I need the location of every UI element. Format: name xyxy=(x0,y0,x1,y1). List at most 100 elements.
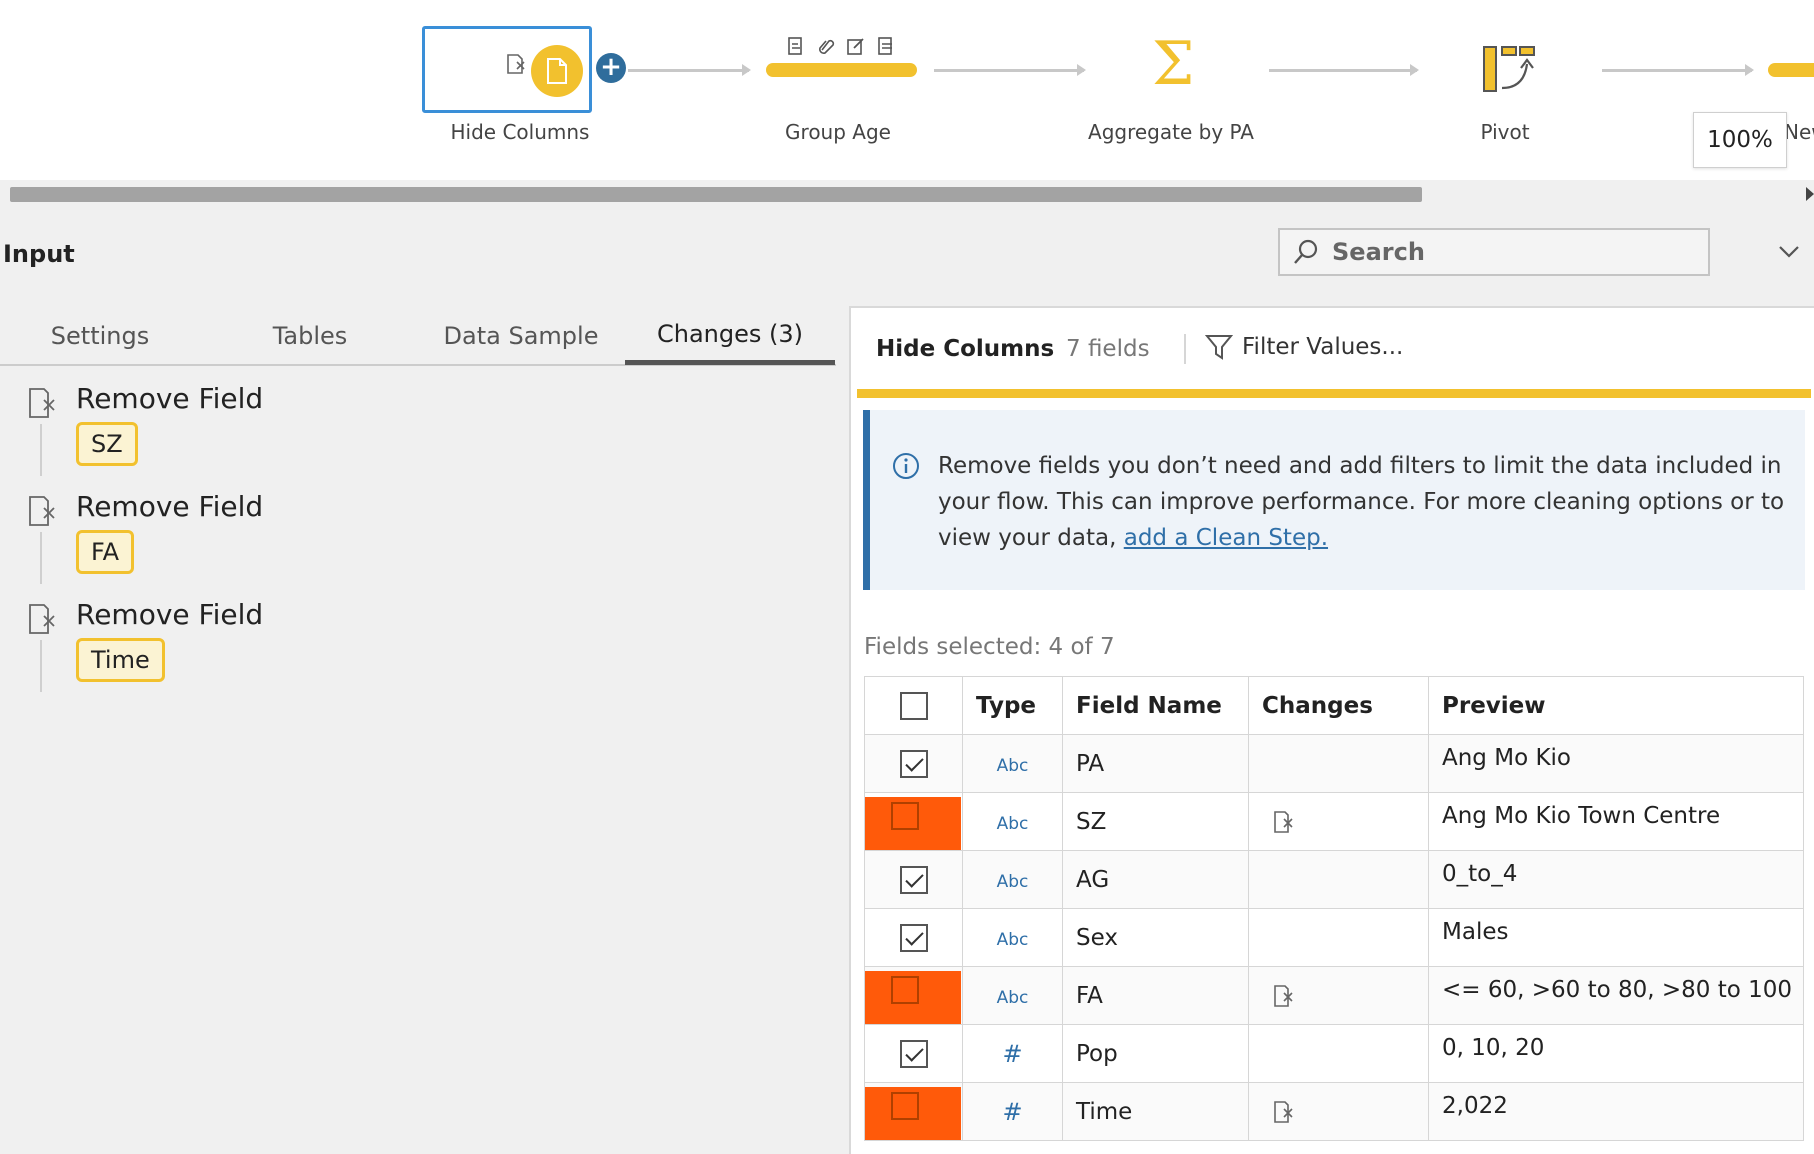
field-name-cell: Time xyxy=(1062,1082,1249,1141)
table-row[interactable]: Abc Sex Males xyxy=(864,908,1804,967)
column-header-type[interactable]: Type xyxy=(962,676,1063,735)
field-count: 7 fields xyxy=(1066,336,1150,362)
table-row[interactable]: Abc AG 0_to_4 xyxy=(864,850,1804,909)
change-item[interactable]: Remove Field SZ xyxy=(28,382,263,476)
table-row[interactable]: # Pop 0, 10, 20 xyxy=(864,1024,1804,1083)
field-chip[interactable]: SZ xyxy=(76,422,138,466)
row-checkbox[interactable] xyxy=(891,1092,919,1120)
type-cell: Abc xyxy=(962,792,1063,851)
add-step-button[interactable]: + xyxy=(596,53,626,83)
select-all-checkbox[interactable] xyxy=(899,691,928,720)
table-row[interactable]: # Time 2,022 xyxy=(864,1082,1804,1141)
changes-cell xyxy=(1248,792,1429,851)
scrollbar-thumb[interactable] xyxy=(10,187,1422,202)
flow-connector xyxy=(1269,64,1419,76)
change-item[interactable]: Remove Field Time xyxy=(28,598,263,692)
type-cell: # xyxy=(962,1024,1063,1083)
change-connector xyxy=(40,424,42,476)
tab-tables[interactable]: Tables xyxy=(273,322,348,350)
change-title: Remove Field xyxy=(76,490,264,523)
type-cell: Abc xyxy=(962,908,1063,967)
field-name-cell: Sex xyxy=(1062,908,1249,967)
node-label-group-age[interactable]: Group Age xyxy=(785,120,891,144)
doc-lines-icon xyxy=(878,37,892,55)
preview-cell: Males xyxy=(1428,908,1804,967)
row-checkbox-cell[interactable] xyxy=(864,908,963,967)
scroll-right-arrow-icon[interactable] xyxy=(1806,187,1814,201)
type-cell: Abc xyxy=(962,850,1063,909)
table-row[interactable]: Abc PA Ang Mo Kio xyxy=(864,734,1804,793)
changes-cell xyxy=(1248,850,1429,909)
changes-cell xyxy=(1248,1082,1429,1141)
row-checkbox-cell[interactable] xyxy=(864,966,963,1025)
zoom-level[interactable]: 100% xyxy=(1693,112,1787,168)
info-text: Remove fields you don’t need and add fil… xyxy=(938,448,1798,556)
search-icon xyxy=(1294,239,1318,264)
input-file-icon[interactable] xyxy=(531,45,583,97)
row-checkbox[interactable] xyxy=(899,923,928,952)
changes-cell xyxy=(1248,908,1429,967)
filter-values-button[interactable]: Filter Values... xyxy=(1204,332,1403,362)
remove-field-icon xyxy=(29,388,55,418)
node-label-hide-columns[interactable]: Hide Columns xyxy=(451,120,590,144)
tab-changes[interactable]: Changes (3) xyxy=(657,320,803,348)
group-age-node[interactable] xyxy=(766,63,917,77)
preview-cell: 0, 10, 20 xyxy=(1428,1024,1804,1083)
edit-icon xyxy=(847,38,864,55)
row-checkbox[interactable] xyxy=(899,749,928,778)
string-type-icon: Abc xyxy=(996,987,1029,1008)
select-all-cell[interactable] xyxy=(864,676,963,735)
field-chip[interactable]: FA xyxy=(76,530,135,574)
field-name-cell: SZ xyxy=(1062,792,1249,851)
column-header-changes[interactable]: Changes xyxy=(1248,676,1429,735)
chevron-down-icon[interactable] xyxy=(1776,238,1802,264)
pivot-icon[interactable] xyxy=(1482,44,1540,94)
remove-field-icon xyxy=(29,496,55,526)
row-checkbox-cell[interactable] xyxy=(864,850,963,909)
unchecked-highlight xyxy=(865,1087,961,1140)
node-label-pivot[interactable]: Pivot xyxy=(1480,120,1529,144)
change-item[interactable]: Remove Field FA xyxy=(28,490,263,584)
row-checkbox[interactable] xyxy=(899,865,928,894)
info-banner: Remove fields you don’t need and add fil… xyxy=(863,410,1805,590)
divider xyxy=(1184,334,1186,364)
remove-field-icon xyxy=(507,54,525,74)
row-checkbox[interactable] xyxy=(891,976,919,1004)
remove-field-icon xyxy=(1274,985,1293,1007)
node-label-next[interactable]: New xyxy=(1784,120,1814,144)
preview-cell: 2,022 xyxy=(1428,1082,1804,1141)
preview-cell: Ang Mo Kio Town Centre xyxy=(1428,792,1804,851)
row-checkbox-cell[interactable] xyxy=(864,1082,963,1141)
preview-cell: 0_to_4 xyxy=(1428,850,1804,909)
info-message: Remove fields you don’t need and add fil… xyxy=(938,453,1785,551)
table-row[interactable]: Abc SZ Ang Mo Kio Town Centre xyxy=(864,792,1804,851)
column-header-field-name[interactable]: Field Name xyxy=(1062,676,1249,735)
node-label-aggregate[interactable]: Aggregate by PA xyxy=(1088,120,1254,144)
type-cell: Abc xyxy=(962,966,1063,1025)
string-type-icon: Abc xyxy=(996,813,1029,834)
row-checkbox-cell[interactable] xyxy=(864,734,963,793)
change-title: Remove Field xyxy=(76,598,264,631)
tab-data-sample[interactable]: Data Sample xyxy=(444,322,599,350)
table-row[interactable]: Abc FA <= 60, >60 to 80, >80 to 100 xyxy=(864,966,1804,1025)
next-node[interactable] xyxy=(1768,63,1814,77)
row-checkbox[interactable] xyxy=(899,1039,928,1068)
field-chip[interactable]: Time xyxy=(76,638,165,682)
add-clean-step-link[interactable]: add a Clean Step. xyxy=(1124,525,1328,551)
panel-title: Hide Columns xyxy=(876,336,1055,362)
step-color-bar xyxy=(857,389,1811,398)
tab-bar: Settings Tables Data Sample Changes (3) xyxy=(0,312,836,366)
row-checkbox-cell[interactable] xyxy=(864,792,963,851)
row-checkbox[interactable] xyxy=(891,802,919,830)
sigma-icon[interactable]: Σ xyxy=(1152,34,1194,94)
tab-settings[interactable]: Settings xyxy=(51,322,149,350)
pane-title: Input xyxy=(3,240,75,268)
column-header-preview[interactable]: Preview xyxy=(1428,676,1804,735)
number-type-icon: # xyxy=(1002,1039,1023,1068)
filter-values-label: Filter Values... xyxy=(1242,334,1404,360)
row-checkbox-cell[interactable] xyxy=(864,1024,963,1083)
remove-field-icon xyxy=(29,604,55,634)
field-name-cell: PA xyxy=(1062,734,1249,793)
flow-connector xyxy=(628,64,751,76)
search-input[interactable]: Search xyxy=(1278,228,1710,276)
